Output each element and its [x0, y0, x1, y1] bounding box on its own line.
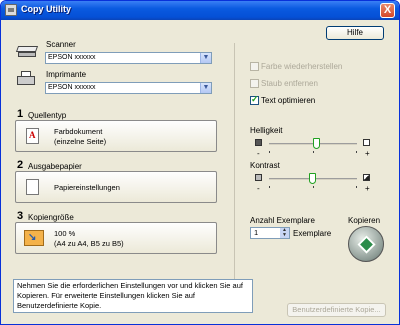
window-title: Copy Utility	[21, 4, 72, 14]
brightness-slider-thumb[interactable]	[313, 138, 321, 149]
chevron-down-icon[interactable]: ▼	[200, 53, 211, 63]
chevron-down-icon[interactable]: ▼	[200, 83, 211, 93]
section-1-number: 1	[17, 108, 24, 120]
copies-spinner[interactable]: 1 ▲ ▼	[250, 227, 290, 239]
copies-unit: Exemplare	[293, 229, 332, 238]
spin-arrows-icon[interactable]: ▲ ▼	[280, 228, 289, 238]
remove-dust-checkbox[interactable]	[250, 79, 259, 88]
contrast-plus: +	[365, 184, 370, 193]
brightness-light-icon	[363, 139, 370, 146]
output-paper-line-1: Papiereinstellungen	[54, 183, 120, 192]
brightness-plus: +	[365, 149, 370, 158]
section-2-number: 2	[17, 159, 24, 171]
remove-dust-label: Staub entfernen	[261, 79, 318, 88]
brightness-label: Helligkeit	[250, 126, 283, 135]
copies-value: 1	[254, 228, 259, 237]
copy-size-line-1: 100 %	[54, 229, 76, 238]
copies-label: Anzahl Exemplare	[250, 216, 315, 225]
custom-copy-button[interactable]: Benutzerdefinierte Kopie...	[287, 303, 386, 317]
title-bar: Copy Utility X	[1, 1, 399, 20]
copy-start-icon	[357, 235, 376, 254]
close-button[interactable]: X	[380, 3, 395, 18]
column-divider	[234, 43, 235, 283]
optimize-text-label: Text optimieren	[261, 96, 316, 105]
contrast-high-icon	[363, 174, 370, 181]
printer-label: Imprimante	[46, 70, 87, 79]
copy-size-button[interactable]: ↘ 100 % (A4 zu A4, B5 zu B5)	[15, 222, 217, 254]
optimize-text-checkbox[interactable]	[250, 94, 259, 105]
brightness-dark-icon	[255, 139, 262, 146]
contrast-slider-thumb[interactable]	[309, 173, 316, 184]
contrast-label: Kontrast	[250, 161, 280, 170]
section-3-title: Kopiengröße	[28, 213, 74, 222]
app-icon	[5, 4, 17, 16]
section-3-number: 3	[17, 210, 24, 222]
instruction-message: Nehmen Sie die erforderlichen Einstellun…	[13, 279, 253, 313]
source-type-line-1: Farbdokument	[54, 127, 103, 136]
printer-select-value: EPSON xxxxxx	[48, 84, 96, 91]
printer-select[interactable]: EPSON xxxxxx ▼	[45, 82, 212, 94]
output-paper-button[interactable]: Papiereinstellungen	[15, 171, 217, 203]
scanner-icon	[15, 44, 39, 60]
section-1-title: Quellentyp	[28, 111, 67, 120]
copy-size-line-2: (A4 zu A4, B5 zu B5)	[54, 239, 124, 248]
help-button[interactable]: Hilfe	[326, 26, 384, 40]
document-icon: A	[26, 128, 39, 144]
resize-icon: ↘	[24, 230, 44, 246]
copy-utility-window: Copy Utility X Hilfe Scanner EPSON xxxxx…	[0, 0, 400, 325]
paper-icon	[26, 179, 39, 195]
restore-color-label: Farbe wiederherstellen	[261, 62, 343, 71]
copy-button-label: Kopieren	[348, 216, 381, 225]
contrast-low-icon	[255, 174, 262, 181]
source-type-line-2: (einzelne Seite)	[54, 137, 107, 146]
scanner-select[interactable]: EPSON xxxxxx ▼	[45, 52, 212, 64]
scanner-select-value: EPSON xxxxxx	[48, 54, 96, 61]
restore-color-checkbox[interactable]	[250, 62, 259, 71]
scanner-label: Scanner	[46, 40, 76, 49]
source-type-button[interactable]: A Farbdokument (einzelne Seite)	[15, 120, 217, 152]
section-2-title: Ausgabepapier	[28, 162, 82, 171]
printer-icon	[16, 71, 38, 87]
contrast-minus: -	[257, 184, 260, 193]
brightness-minus: -	[257, 149, 260, 158]
copy-button[interactable]	[348, 226, 384, 262]
